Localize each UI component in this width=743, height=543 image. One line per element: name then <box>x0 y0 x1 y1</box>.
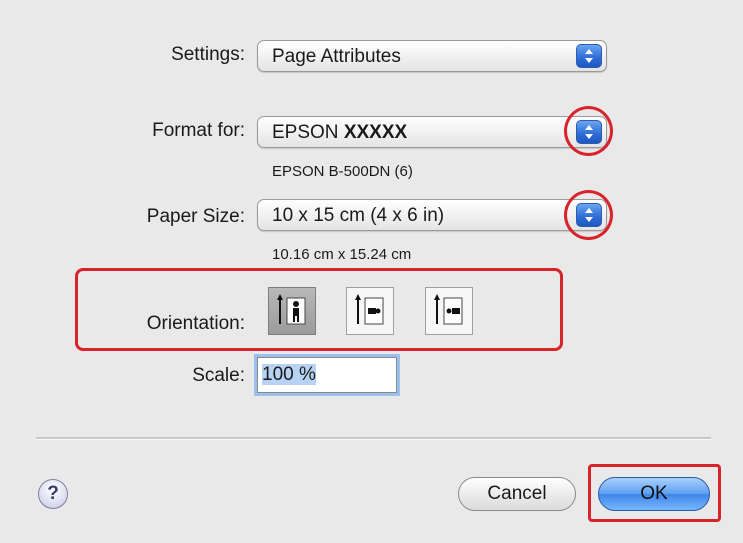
format-for-printer-model: EPSON B-500DN (6) <box>272 163 413 180</box>
ok-button[interactable]: OK <box>598 477 710 511</box>
paper-size-dimensions: 10.16 cm x 15.24 cm <box>272 246 412 263</box>
paper-size-label: Paper Size: <box>146 206 245 227</box>
help-icon[interactable]: ? <box>38 479 68 509</box>
orientation-landscape-button[interactable] <box>346 287 394 335</box>
format-for-popup[interactable]: EPSON XXXXX <box>257 116 607 148</box>
settings-popup-value: Page Attributes <box>272 46 401 67</box>
paper-size-popup-value: 10 x 15 cm (4 x 6 in) <box>272 205 445 226</box>
scale-label: Scale: <box>192 365 245 386</box>
settings-popup[interactable]: Page Attributes <box>257 40 607 72</box>
settings-label: Settings: <box>171 44 245 65</box>
portrait-orientation-icon <box>277 294 306 325</box>
format-for-stepper-icon[interactable] <box>576 120 602 144</box>
orientation-portrait-button[interactable] <box>268 287 316 335</box>
orientation-label: Orientation: <box>146 313 245 334</box>
cancel-button[interactable]: Cancel <box>458 477 576 511</box>
scale-input[interactable]: 100 % <box>257 357 397 393</box>
orientation-highlight-box <box>75 268 563 351</box>
paper-size-popup[interactable]: 10 x 15 cm (4 x 6 in) <box>257 199 607 231</box>
divider <box>36 437 711 440</box>
reverse-landscape-orientation-icon <box>434 294 463 325</box>
orientation-reverse-landscape-button[interactable] <box>425 287 473 335</box>
scale-input-value: 100 % <box>262 364 316 385</box>
format-for-popup-value: EPSON XXXXX <box>272 122 408 143</box>
paper-size-stepper-icon[interactable] <box>576 203 602 227</box>
landscape-orientation-icon <box>355 294 384 325</box>
format-for-label: Format for: <box>152 120 245 141</box>
settings-stepper-icon[interactable] <box>576 44 602 68</box>
